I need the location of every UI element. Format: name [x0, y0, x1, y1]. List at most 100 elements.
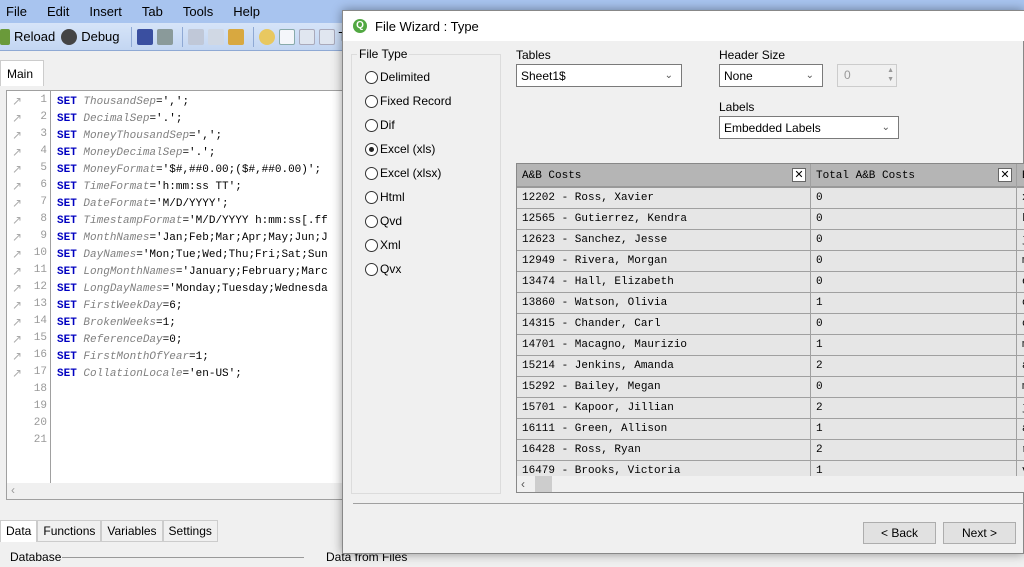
- spinner-arrows-icon[interactable]: ▲ ▼: [887, 66, 894, 84]
- copy-icon[interactable]: [207, 28, 224, 45]
- column-header[interactable]: A&B Costs: [517, 164, 811, 188]
- radio-delimited[interactable]: Delimited: [365, 70, 430, 84]
- radio-qvd[interactable]: Qvd: [365, 214, 402, 228]
- code-line[interactable]: SET DecimalSep='.';: [57, 111, 182, 128]
- back-icon[interactable]: [298, 28, 315, 45]
- tab-functions[interactable]: Functions: [37, 520, 102, 542]
- radio-html[interactable]: Html: [365, 190, 405, 204]
- folder-icon[interactable]: [278, 28, 295, 45]
- reload-button[interactable]: Reload: [0, 28, 55, 45]
- print-icon[interactable]: [156, 28, 173, 45]
- table-cell: m: [1017, 335, 1024, 356]
- column-header[interactable]: Total A&B Costs: [811, 164, 1017, 188]
- forward-icon[interactable]: [318, 28, 335, 45]
- menu-tools[interactable]: Tools: [183, 4, 213, 19]
- code-line[interactable]: SET FirstWeekDay=6;: [57, 298, 182, 315]
- search-icon[interactable]: [258, 28, 275, 45]
- line-number: 1 ↗: [12, 94, 47, 109]
- table-cell: 15214 - Jenkins, Amanda: [517, 356, 811, 377]
- menu-edit[interactable]: Edit: [47, 4, 69, 19]
- code-line[interactable]: SET CollationLocale='en-US';: [57, 366, 242, 383]
- radio-qvx[interactable]: Qvx: [365, 262, 401, 276]
- next-button[interactable]: Next >: [943, 522, 1016, 544]
- horizontal-scrollbar[interactable]: ‹: [517, 476, 1024, 492]
- tables-select[interactable]: Sheet1$ ⌄: [516, 64, 682, 87]
- tab-settings[interactable]: Settings: [162, 520, 218, 542]
- menu-tab[interactable]: Tab: [142, 4, 163, 19]
- line-number: 11 ↗: [12, 264, 47, 279]
- variable-value: ='en-US';: [182, 368, 242, 380]
- save-icon[interactable]: [136, 28, 153, 45]
- radio-excel-xls-[interactable]: Excel (xls): [365, 142, 435, 156]
- line-arrow-icon: ↗: [12, 265, 23, 279]
- menu-insert[interactable]: Insert: [89, 4, 122, 19]
- code-line[interactable]: SET MonthNames='Jan;Feb;Mar;Apr;May;Jun;…: [57, 230, 328, 247]
- menu-help[interactable]: Help: [233, 4, 260, 19]
- table-cell: 14701 - Macagno, Maurizio: [517, 335, 811, 356]
- radio-circle[interactable]: [365, 214, 378, 228]
- preview-table[interactable]: A&B Costs✕Total A&B Costs✕E 12202 - Ross…: [516, 163, 1024, 493]
- code-line[interactable]: SET LongDayNames='Monday;Tuesday;Wednesd…: [57, 281, 328, 298]
- variable-name: BrokenWeeks: [83, 317, 157, 329]
- code-line[interactable]: SET MoneyThousandSep=',';: [57, 128, 222, 145]
- code-line[interactable]: SET ThousandSep=',';: [57, 94, 189, 111]
- radio-excel-xlsx-[interactable]: Excel (xlsx): [365, 166, 441, 180]
- keyword: SET: [57, 164, 77, 176]
- code-line[interactable]: SET DayNames='Mon;Tue;Wed;Thu;Fri;Sat;Su…: [57, 247, 328, 264]
- code-line[interactable]: SET LongMonthNames='January;February;Mar…: [57, 264, 328, 281]
- radio-circle[interactable]: [365, 262, 378, 276]
- labels-select[interactable]: Embedded Labels ⌄: [719, 116, 899, 139]
- chevron-down-icon: ⌄: [805, 70, 814, 81]
- variable-value: ='January;February;Marc: [175, 266, 328, 278]
- code-line[interactable]: SET ReferenceDay=0;: [57, 332, 182, 349]
- horizontal-scrollbar[interactable]: ‹: [7, 483, 347, 499]
- paste-icon[interactable]: [227, 28, 244, 45]
- code-line[interactable]: SET TimeFormat='h:mm:ss TT';: [57, 179, 242, 196]
- table-cell: j: [1017, 398, 1024, 419]
- line-number: 9 ↗: [12, 230, 47, 245]
- code-line[interactable]: SET MoneyDecimalSep='.';: [57, 145, 215, 162]
- table-row: 12202 - Ross, Xavier0x: [517, 188, 1024, 209]
- radio-circle[interactable]: [365, 142, 378, 156]
- code-line[interactable]: SET TimestampFormat='M/D/YYYY h:mm:ss[.f…: [57, 213, 328, 230]
- code-line[interactable]: SET MoneyFormat='$#,##0.00;($#,##0.00)';: [57, 162, 321, 179]
- line-arrow-icon: ↗: [12, 350, 23, 364]
- code-line[interactable]: SET FirstMonthOfYear=1;: [57, 349, 209, 366]
- tab-data[interactable]: Data: [0, 520, 38, 542]
- variable-value: ='Jan;Feb;Mar;Apr;May;Jun;J: [149, 232, 328, 244]
- scroll-left-icon[interactable]: ‹: [521, 477, 525, 491]
- radio-circle[interactable]: [365, 70, 378, 84]
- table-cell: r: [1017, 440, 1024, 461]
- column-header[interactable]: E: [1017, 164, 1024, 188]
- radio-circle[interactable]: [365, 190, 378, 204]
- script-editor[interactable]: 1 ↗ 2 ↗ 3 ↗ 4 ↗ 5 ↗ 6 ↗ 7 ↗ 8 ↗ 9 ↗ 10 ↗ 11 ↗ 12 ↗ 13 ↗ 14 ↗ 15 ↗ 16 ↗ 1…: [6, 90, 348, 500]
- header-size-spinner[interactable]: 0 ▲ ▼: [837, 64, 897, 87]
- radio-circle[interactable]: [365, 166, 378, 180]
- radio-circle[interactable]: [365, 238, 378, 252]
- scroll-thumb[interactable]: [535, 476, 552, 492]
- keyword: SET: [57, 300, 77, 312]
- table-cell: 0: [811, 209, 1017, 230]
- code-line[interactable]: SET BrokenWeeks=1;: [57, 315, 176, 332]
- radio-circle[interactable]: [365, 94, 378, 108]
- header-size-select[interactable]: None ⌄: [719, 64, 823, 87]
- cut-icon[interactable]: [187, 28, 204, 45]
- radio-label: Excel (xls): [380, 142, 436, 156]
- tab-variables[interactable]: Variables: [101, 520, 163, 542]
- menu-file[interactable]: File: [6, 4, 27, 19]
- scroll-left-icon[interactable]: ‹: [11, 483, 15, 497]
- line-arrow-icon: ↗: [12, 248, 23, 262]
- close-column-icon[interactable]: ✕: [998, 168, 1012, 182]
- debug-button[interactable]: Debug: [61, 28, 120, 45]
- table-cell: 0: [811, 272, 1017, 293]
- close-column-icon[interactable]: ✕: [792, 168, 806, 182]
- divider: [353, 503, 1024, 504]
- line-arrow-icon: ↗: [12, 316, 23, 330]
- code-line[interactable]: SET DateFormat='M/D/YYYY';: [57, 196, 229, 213]
- radio-circle[interactable]: [365, 118, 378, 132]
- radio-dif[interactable]: Dif: [365, 118, 395, 132]
- radio-fixed-record[interactable]: Fixed Record: [365, 94, 451, 108]
- back-button[interactable]: < Back: [863, 522, 936, 544]
- radio-xml[interactable]: Xml: [365, 238, 401, 252]
- tab-main[interactable]: Main: [0, 60, 44, 86]
